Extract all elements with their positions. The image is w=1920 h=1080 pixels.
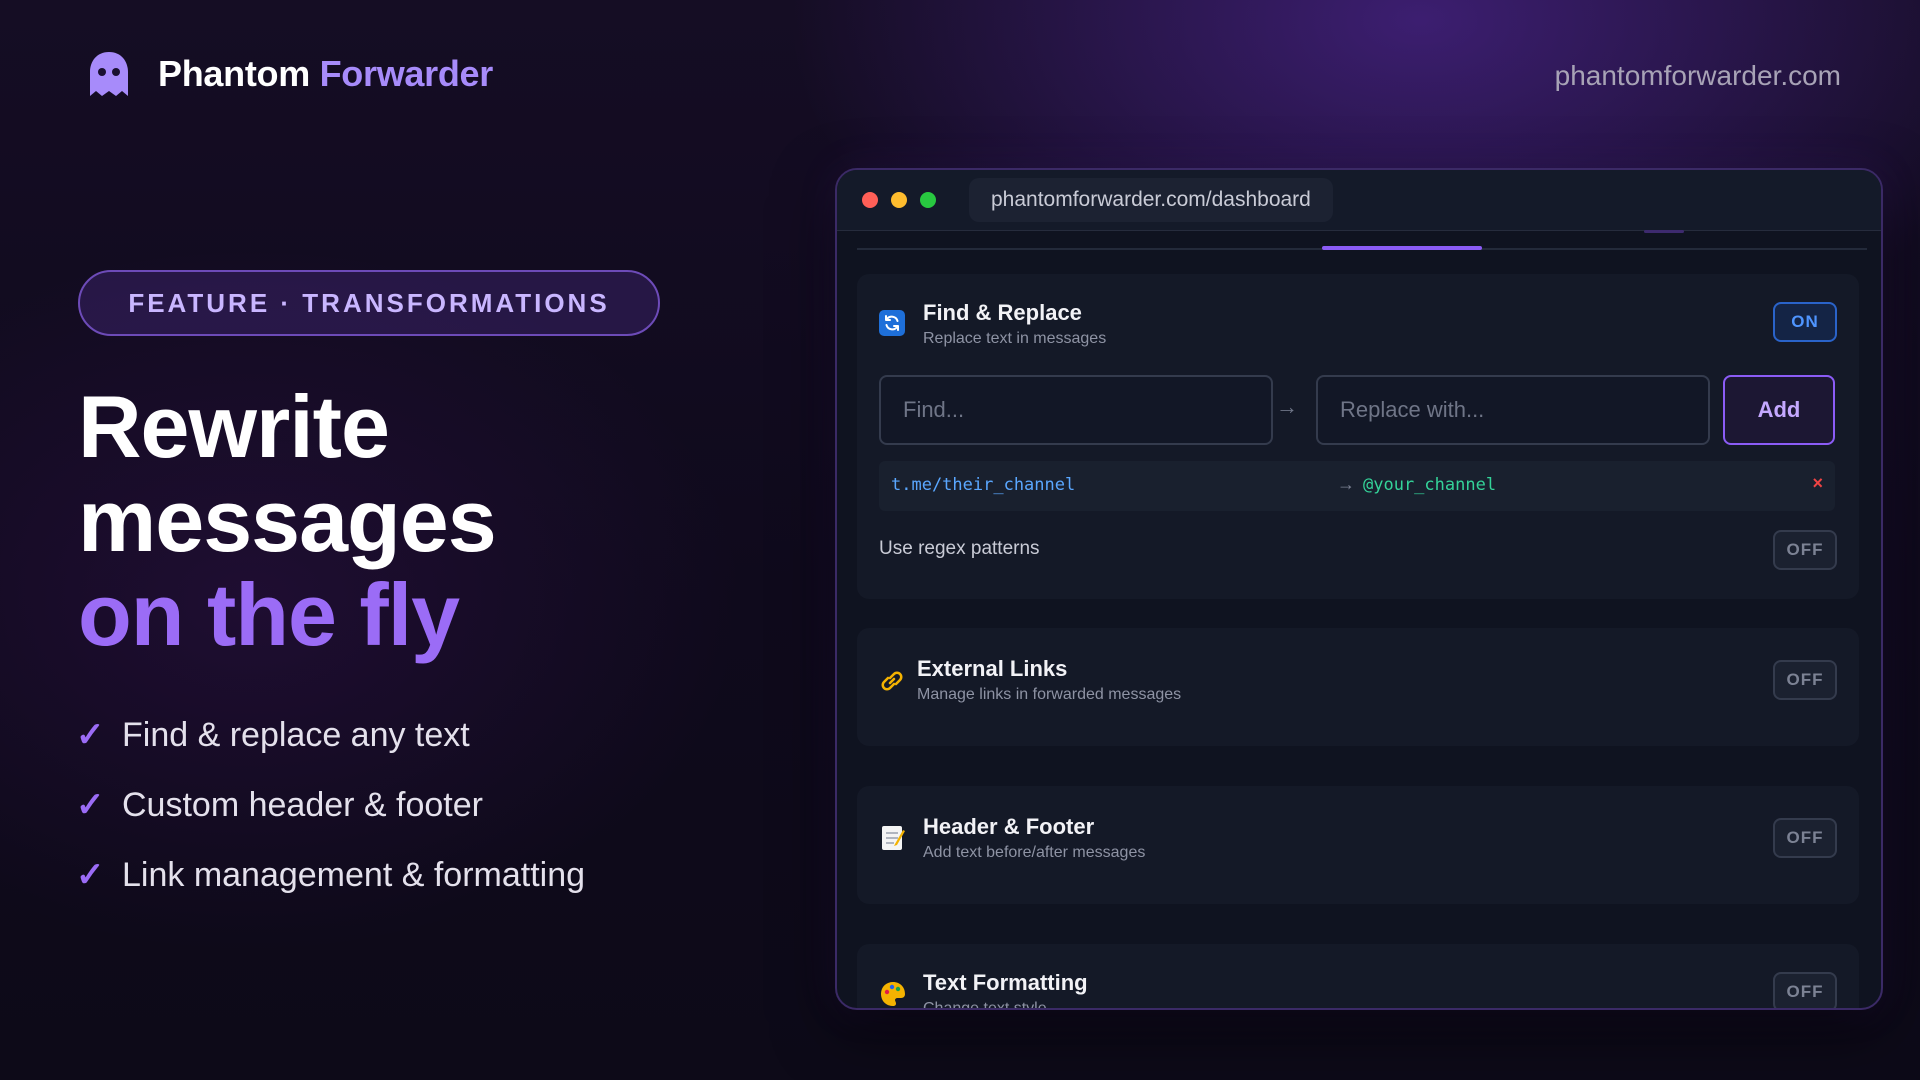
headline: Rewrite messages on the fly — [78, 377, 497, 664]
regex-toggle[interactable]: OFF — [1773, 530, 1837, 570]
find-input[interactable]: Find... — [879, 375, 1273, 445]
replace-input[interactable]: Replace with... — [1316, 375, 1710, 445]
card-subtitle: Change text style — [923, 1000, 1047, 1010]
arrow-separator: → — [1276, 394, 1298, 419]
maximize-window-button[interactable] — [920, 192, 936, 208]
feature-label: Find & replace any text — [122, 715, 470, 754]
feature-badge: FEATURE · TRANSFORMATIONS — [78, 270, 660, 336]
card-subtitle: Add text before/after messages — [923, 844, 1146, 861]
card-title: Find & Replace — [923, 300, 1082, 325]
browser-titlebar: phantomforwarder.com/dashboard — [837, 170, 1881, 231]
checkmark-icon: ✓ — [76, 856, 105, 894]
card-find-replace: Find & Replace Replace text in messages … — [857, 274, 1859, 599]
brand-logo[interactable]: Phantom Forwarder — [86, 50, 493, 98]
headline-line-1: Rewrite — [78, 377, 390, 476]
card-title: Text Formatting — [923, 970, 1088, 995]
feature-label: Custom header & footer — [122, 785, 483, 824]
card-header-footer: Header & Footer Add text before/after me… — [857, 786, 1859, 904]
link-icon — [877, 666, 907, 696]
memo-icon — [881, 824, 905, 852]
card-text-formatting: Text Formatting Change text style OFF — [857, 944, 1859, 1010]
card-subtitle: Replace text in messages — [923, 330, 1107, 347]
feature-item: ✓ Link management & formatting — [76, 840, 585, 910]
minimize-window-button[interactable] — [891, 192, 907, 208]
ghost-icon — [90, 52, 128, 96]
replace-rule-row: t.me/their_channel → @your_channel × — [879, 461, 1835, 511]
card-subtitle: Manage links in forwarded messages — [917, 686, 1182, 703]
active-tab-indicator[interactable] — [1322, 246, 1482, 250]
palette-icon — [879, 980, 907, 1008]
checkmark-icon: ✓ — [76, 786, 105, 824]
card-title: Header & Footer — [923, 814, 1095, 839]
tab-indicator-top — [1644, 230, 1684, 233]
rule-find-text: t.me/their_channel — [891, 475, 1076, 495]
card-external-links: External Links Manage links in forwarded… — [857, 628, 1859, 746]
checkmark-icon: ✓ — [76, 716, 105, 754]
browser-window: phantomforwarder.com/dashboard Find & Re… — [835, 168, 1883, 1010]
rule-arrow: → — [1337, 474, 1355, 494]
delete-rule-icon[interactable]: × — [1812, 473, 1823, 494]
header-footer-toggle[interactable]: OFF — [1773, 818, 1837, 858]
address-bar[interactable]: phantomforwarder.com/dashboard — [969, 178, 1333, 222]
brand-name-part1: Phantom — [158, 53, 310, 94]
feature-item: ✓ Find & replace any text — [76, 700, 585, 770]
external-links-toggle[interactable]: OFF — [1773, 660, 1837, 700]
refresh-icon — [879, 310, 905, 336]
text-formatting-toggle[interactable]: OFF — [1773, 972, 1837, 1008]
feature-label: Link management & formatting — [122, 855, 586, 894]
brand-name: Phantom Forwarder — [158, 53, 493, 95]
rule-replace-text: @your_channel — [1363, 475, 1497, 495]
headline-line-3: on the fly — [78, 565, 460, 664]
regex-label: Use regex patterns — [879, 538, 1040, 559]
feature-item: ✓ Custom header & footer — [76, 770, 585, 840]
close-window-button[interactable] — [862, 192, 878, 208]
site-url-link[interactable]: phantomforwarder.com — [1555, 60, 1841, 92]
card-title: External Links — [917, 656, 1068, 681]
headline-line-2: messages — [78, 471, 497, 570]
brand-name-part2: Forwarder — [319, 53, 494, 94]
find-replace-toggle[interactable]: ON — [1773, 302, 1837, 342]
add-rule-button[interactable]: Add — [1723, 375, 1835, 445]
feature-list: ✓ Find & replace any text ✓ Custom heade… — [76, 700, 585, 910]
